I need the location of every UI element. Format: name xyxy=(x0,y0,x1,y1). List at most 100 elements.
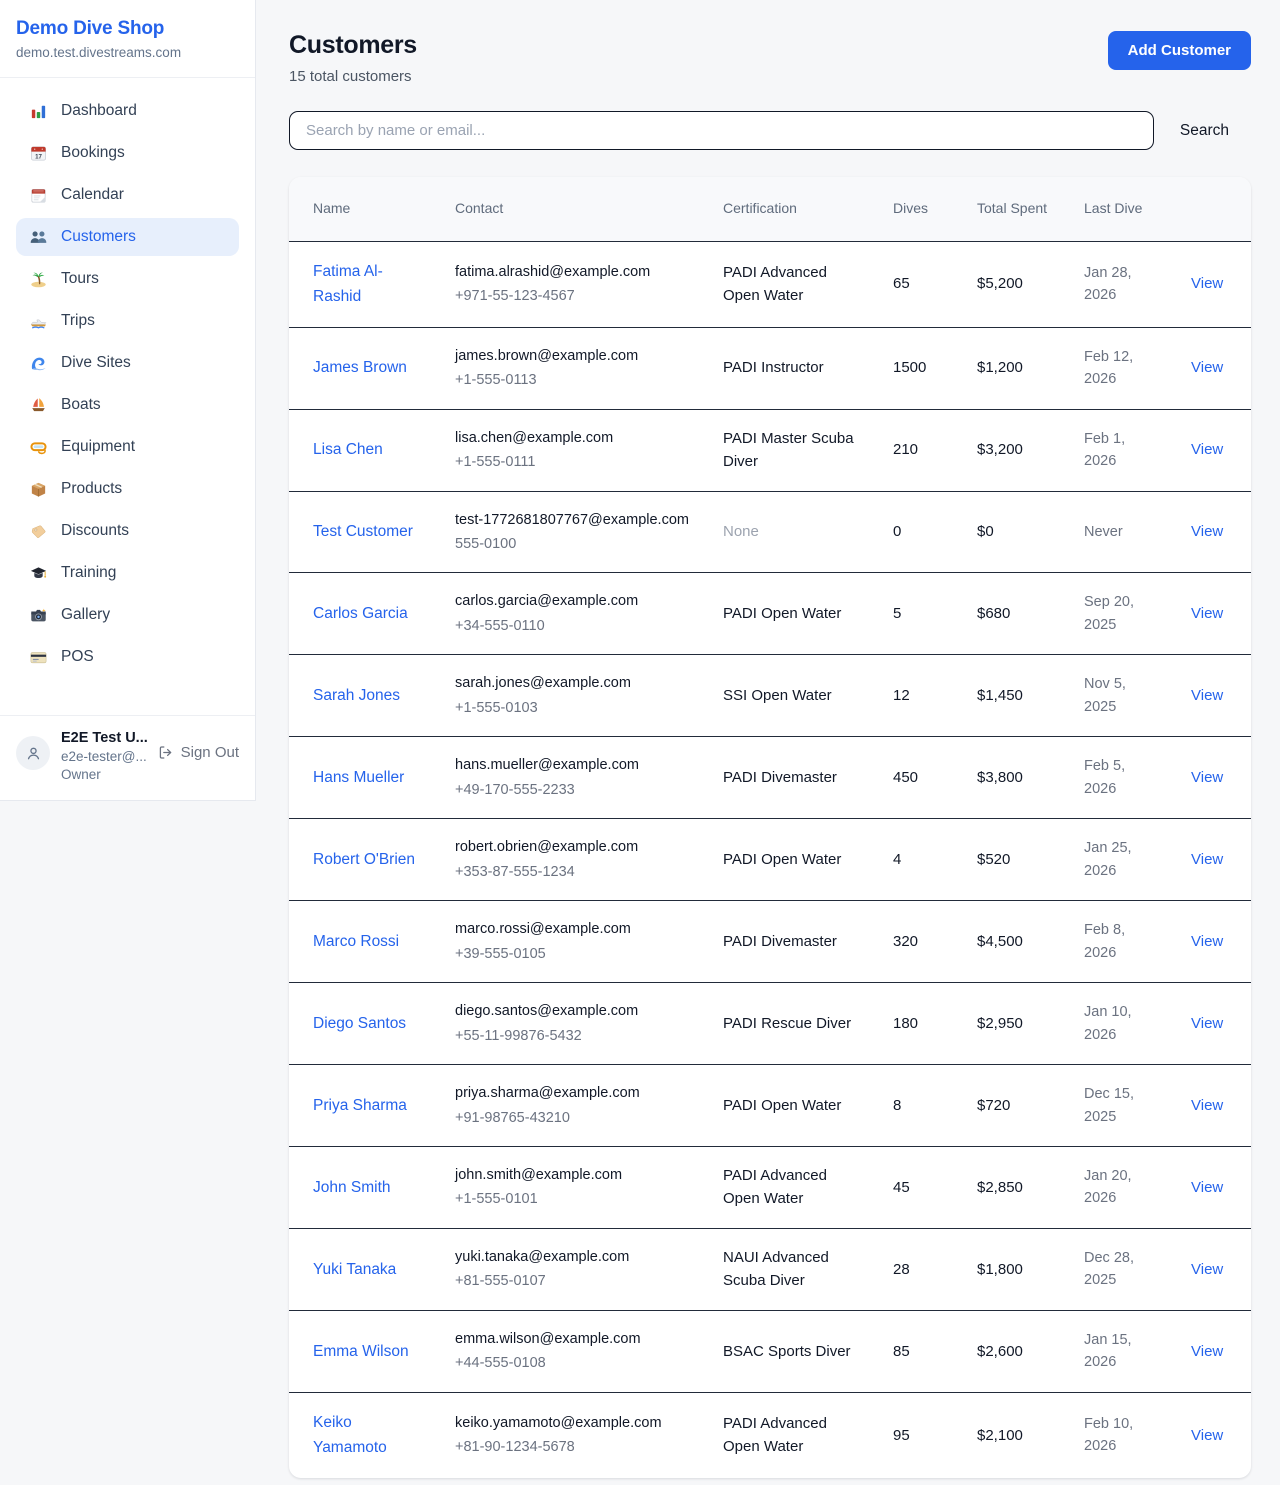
view-link[interactable]: View xyxy=(1191,933,1223,950)
add-customer-button[interactable]: Add Customer xyxy=(1108,31,1251,70)
customer-last-dive: Jan 25, 2026 xyxy=(1060,819,1167,901)
table-row: Robert O'Brien robert.obrien@example.com… xyxy=(289,819,1251,901)
customer-name-link[interactable]: Hans Mueller xyxy=(313,769,404,786)
sidebar-item-equipment[interactable]: Equipment xyxy=(16,428,239,466)
customer-phone: 555-0100 xyxy=(455,533,689,555)
sidebar-item-trips[interactable]: Trips xyxy=(16,302,239,340)
customer-name-link[interactable]: Carlos Garcia xyxy=(313,605,408,622)
view-link[interactable]: View xyxy=(1191,605,1223,622)
customer-certification: PADI Master Scuba Diver xyxy=(699,409,869,491)
discounts-icon xyxy=(28,521,48,541)
sidebar-item-boats[interactable]: Boats xyxy=(16,386,239,424)
customer-name-link[interactable]: Diego Santos xyxy=(313,1015,406,1032)
bookings-icon: 17 xyxy=(28,143,48,163)
sidebar-header: Demo Dive Shop demo.test.divestreams.com xyxy=(0,0,255,78)
customer-total-spent: $2,100 xyxy=(953,1392,1060,1478)
sidebar-item-calendar[interactable]: Calendar xyxy=(16,176,239,214)
customer-contact: yuki.tanaka@example.com +81-555-0107 xyxy=(431,1228,699,1310)
products-icon xyxy=(28,479,48,499)
view-link[interactable]: View xyxy=(1191,523,1223,540)
customer-name-link[interactable]: Robert O'Brien xyxy=(313,851,415,868)
customer-name-link[interactable]: Yuki Tanaka xyxy=(313,1261,396,1278)
customer-name-link[interactable]: Lisa Chen xyxy=(313,441,383,458)
sidebar-item-label: Discounts xyxy=(61,522,129,540)
view-link[interactable]: View xyxy=(1191,1343,1223,1360)
customer-email: emma.wilson@example.com xyxy=(455,1328,689,1350)
sidebar-item-dashboard[interactable]: Dashboard xyxy=(16,92,239,130)
customer-total-spent: $2,950 xyxy=(953,983,1060,1065)
customer-name-link[interactable]: Emma Wilson xyxy=(313,1343,409,1360)
customer-name-link[interactable]: James Brown xyxy=(313,359,407,376)
customer-total-spent: $2,600 xyxy=(953,1310,1060,1392)
customer-email: hans.mueller@example.com xyxy=(455,754,689,776)
sidebar-item-tours[interactable]: Tours xyxy=(16,260,239,298)
customer-dives: 8 xyxy=(869,1065,953,1147)
sidebar: Demo Dive Shop demo.test.divestreams.com… xyxy=(0,0,256,801)
view-link[interactable]: View xyxy=(1191,441,1223,458)
sidebar-item-bookings[interactable]: 17 Bookings xyxy=(16,134,239,172)
sidebar-item-dive-sites[interactable]: Dive Sites xyxy=(16,344,239,382)
customer-phone: +971-55-123-4567 xyxy=(455,285,689,307)
customer-phone: +55-11-99876-5432 xyxy=(455,1025,689,1047)
avatar xyxy=(16,736,50,770)
customer-name-link[interactable]: Sarah Jones xyxy=(313,687,400,704)
search-row: Search xyxy=(289,111,1251,150)
view-link[interactable]: View xyxy=(1191,1261,1223,1278)
boats-icon xyxy=(28,395,48,415)
customer-name-link[interactable]: John Smith xyxy=(313,1179,391,1196)
column-header-last-dive: Last Dive xyxy=(1060,177,1167,241)
trips-icon xyxy=(28,311,48,331)
svg-text:17: 17 xyxy=(35,153,42,160)
dashboard-icon xyxy=(28,101,48,121)
sidebar-item-label: POS xyxy=(61,648,94,666)
sidebar-item-discounts[interactable]: Discounts xyxy=(16,512,239,550)
customer-name-link[interactable]: Test Customer xyxy=(313,523,413,540)
view-link[interactable]: View xyxy=(1191,1179,1223,1196)
customer-phone: +39-555-0105 xyxy=(455,943,689,965)
gallery-icon xyxy=(28,605,48,625)
user-info: E2E Test U... e2e-tester@... Owner xyxy=(61,730,146,782)
table-row: Yuki Tanaka yuki.tanaka@example.com +81-… xyxy=(289,1228,1251,1310)
search-button[interactable]: Search xyxy=(1180,122,1229,140)
customer-phone: +1-555-0111 xyxy=(455,451,689,473)
customer-phone: +34-555-0110 xyxy=(455,615,689,637)
customer-last-dive: Feb 5, 2026 xyxy=(1060,737,1167,819)
customer-dives: 65 xyxy=(869,241,953,327)
view-link[interactable]: View xyxy=(1191,1097,1223,1114)
customer-name-link[interactable]: Marco Rossi xyxy=(313,933,399,950)
sidebar-footer: E2E Test U... e2e-tester@... Owner Sign … xyxy=(0,715,255,800)
sidebar-item-products[interactable]: Products xyxy=(16,470,239,508)
sign-out-button[interactable]: Sign Out xyxy=(157,744,239,761)
view-link[interactable]: View xyxy=(1191,1015,1223,1032)
view-link[interactable]: View xyxy=(1191,359,1223,376)
customer-phone: +81-555-0107 xyxy=(455,1270,689,1292)
view-link[interactable]: View xyxy=(1191,687,1223,704)
customer-name-link[interactable]: Priya Sharma xyxy=(313,1097,407,1114)
customer-total-spent: $2,850 xyxy=(953,1147,1060,1229)
sidebar-item-customers[interactable]: Customers xyxy=(16,218,239,256)
main-content: Customers 15 total customers Add Custome… xyxy=(256,0,1280,1478)
sidebar-item-label: Calendar xyxy=(61,186,124,204)
customer-contact: test-1772681807767@example.com 555-0100 xyxy=(431,491,699,573)
sidebar-item-label: Gallery xyxy=(61,606,110,624)
sidebar-item-pos[interactable]: POS xyxy=(16,638,239,676)
view-link[interactable]: View xyxy=(1191,275,1223,292)
search-input[interactable] xyxy=(289,111,1154,150)
customer-certification: PADI Rescue Diver xyxy=(699,983,869,1065)
customer-certification: PADI Open Water xyxy=(699,819,869,901)
customer-contact: diego.santos@example.com +55-11-99876-54… xyxy=(431,983,699,1065)
sidebar-item-gallery[interactable]: Gallery xyxy=(16,596,239,634)
view-link[interactable]: View xyxy=(1191,769,1223,786)
view-link[interactable]: View xyxy=(1191,1427,1223,1444)
table-row: Keiko Yamamoto keiko.yamamoto@example.co… xyxy=(289,1392,1251,1478)
customer-name-link[interactable]: Keiko Yamamoto xyxy=(313,1414,387,1457)
customer-email: fatima.alrashid@example.com xyxy=(455,261,689,283)
customer-contact: sarah.jones@example.com +1-555-0103 xyxy=(431,655,699,737)
customer-certification: PADI Open Water xyxy=(699,1065,869,1147)
customer-total-spent: $1,800 xyxy=(953,1228,1060,1310)
customer-total-spent: $680 xyxy=(953,573,1060,655)
customer-name-link[interactable]: Fatima Al-Rashid xyxy=(313,263,383,306)
customer-phone: +44-555-0108 xyxy=(455,1352,689,1374)
view-link[interactable]: View xyxy=(1191,851,1223,868)
sidebar-item-training[interactable]: Training xyxy=(16,554,239,592)
